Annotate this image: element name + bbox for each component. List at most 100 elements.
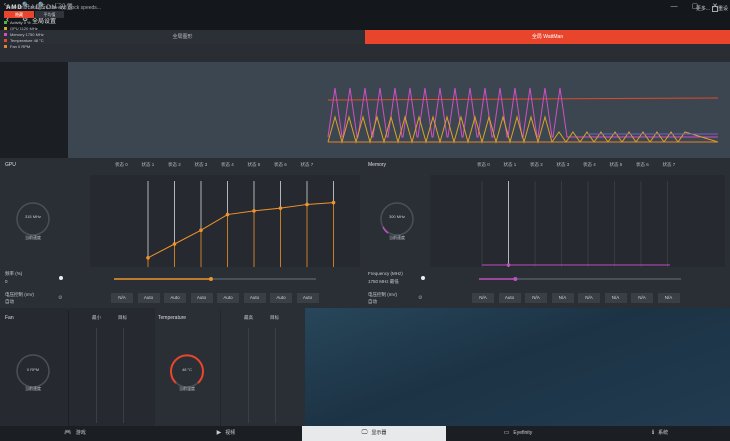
- gpu-curve-line: [147, 202, 334, 259]
- gpu-title: GPU: [5, 162, 16, 168]
- zoom-in-icon[interactable]: 🔍: [22, 2, 29, 9]
- memory-state-6-header: 状态 6: [636, 162, 649, 167]
- collapse-icon[interactable]: ‹: [4, 2, 6, 8]
- memory-voltage-state-1-button[interactable]: Auto: [498, 293, 521, 303]
- memory-state-7-header: 状态 7: [662, 162, 676, 167]
- nav-label: 视频: [225, 430, 236, 436]
- gpu-state-4-point[interactable]: [252, 209, 256, 213]
- title-bar: [0, 0, 730, 30]
- gpu-voltage-state-6-button[interactable]: Auto: [270, 293, 292, 303]
- fit-icon[interactable]: ⬚: [55, 2, 61, 9]
- gpu-freq-label: 频率 (%): [5, 271, 23, 276]
- nav-label: 系统: [658, 430, 669, 436]
- legend-label: Activity 0 %: [10, 20, 31, 25]
- gpu-voltage-state-5-button[interactable]: Auto: [243, 293, 266, 303]
- memory-gauge-value: 300 MHz: [388, 214, 405, 219]
- nav-system[interactable]: ℹ 系统: [590, 426, 730, 441]
- temperature-divider: [220, 310, 221, 426]
- monitor-chart: [68, 62, 730, 158]
- hide-graph-button[interactable]: 隐藏: [4, 11, 34, 18]
- gpu-voltage-label: 电压控制 (mV): [5, 292, 34, 297]
- reset-label[interactable]: 重设: [718, 5, 728, 12]
- memory-state-0-header: 状态 0: [477, 162, 490, 167]
- nav-label: 显示器: [371, 430, 387, 436]
- memory-freq-toggle[interactable]: [421, 276, 425, 280]
- gpu-voltage-state-7-button[interactable]: Auto: [296, 293, 319, 303]
- memory-state-5-header: 状态 5: [609, 162, 623, 167]
- fan-target-track[interactable]: [123, 328, 124, 423]
- gpu-voltage-state-2-button[interactable]: Auto: [164, 293, 186, 303]
- nav-video[interactable]: ▶ 视频: [150, 426, 302, 441]
- fan-min-track[interactable]: [96, 328, 97, 423]
- gpu-state-5-header: 状态 5: [247, 162, 261, 167]
- temperature-title: Temperature: [158, 315, 187, 321]
- eyefinity-icon: ▭: [503, 430, 510, 436]
- gpu-state-2-point[interactable]: [199, 228, 203, 232]
- gpu-state-7-point[interactable]: [331, 200, 336, 205]
- fan-title: Fan: [5, 315, 14, 321]
- gpu-voltage-state-3-button[interactable]: Auto: [190, 293, 213, 303]
- tab-bar: 全局图形 全局 WattMan: [0, 30, 730, 44]
- gpu-voltage-value: 自动: [5, 299, 14, 304]
- gpu-freq-value: 0: [5, 279, 8, 284]
- memory-line: [327, 87, 718, 138]
- fan-min-header: 最小: [92, 315, 101, 320]
- gpu-gauge-value: 315 MHz: [24, 214, 41, 219]
- memory-voltage-state-3-button[interactable]: N/A: [551, 293, 574, 303]
- info-icon: ℹ: [651, 430, 655, 436]
- temperature-gauge-value: 48 °C: [181, 367, 193, 372]
- memory-freq-value: 1750 MHz 最低: [368, 279, 399, 284]
- memory-freq-slider[interactable]: [475, 275, 685, 283]
- zoom-out-icon[interactable]: 🔍: [38, 2, 45, 9]
- gpu-state-5-point[interactable]: [278, 206, 283, 210]
- gpu-state-6-point[interactable]: [305, 202, 309, 207]
- memory-voltage-label: 电压控制 (mV): [368, 292, 397, 297]
- sampling-button[interactable]: 平均值: [35, 11, 64, 18]
- legend-label: GPU 1120 MHz: [10, 26, 38, 31]
- gpu-state-0-point[interactable]: [146, 256, 150, 260]
- monitor-side-panel: [0, 62, 68, 158]
- nav-gaming[interactable]: 🎮 游戏: [0, 426, 150, 441]
- memory-voltage-state-0-button[interactable]: N/A: [472, 293, 494, 303]
- play-icon: ▶: [216, 430, 222, 436]
- memory-state-1-point[interactable]: [506, 263, 511, 267]
- memory-voltage-state-7-button[interactable]: N/A: [657, 293, 680, 303]
- nav-eyefinity[interactable]: ▭ Eyefinity: [446, 426, 590, 441]
- nav-label: Eyefinity: [513, 430, 533, 436]
- fan-divider: [68, 310, 69, 426]
- bottom-navigation: 🎮 游戏 ▶ 视频 🖵 显示器 ▭ Eyefinity ℹ 系统: [0, 426, 730, 441]
- memory-voltage-state-2-button[interactable]: N/A: [525, 293, 547, 303]
- more-link[interactable]: 更多...: [696, 5, 710, 12]
- nav-label: 游戏: [75, 430, 86, 436]
- gpu-freq-slider[interactable]: [110, 275, 320, 283]
- gpu-state-3-point[interactable]: [225, 212, 230, 217]
- legend-fan[interactable]: Fan 0 RPM: [4, 44, 66, 50]
- memory-gauge-caption: 当前速度: [389, 235, 405, 240]
- legend-label: Temperature 48 °C: [10, 38, 44, 43]
- memory-voltage-state-4-button[interactable]: N/A: [578, 293, 600, 303]
- gpu-state-curve[interactable]: [90, 175, 360, 267]
- fan-gauge-caption: 当前速度: [25, 386, 41, 391]
- temperature-max-track[interactable]: [248, 328, 249, 423]
- fan-gauge-value: 0 RPM: [26, 367, 40, 372]
- temperature-target-track[interactable]: [275, 328, 276, 423]
- memory-state-4-header: 状态 4: [583, 162, 596, 167]
- gpu-voltage-state-0-button[interactable]: N/A: [111, 293, 133, 303]
- nav-display[interactable]: 🖵 显示器: [302, 426, 446, 441]
- memory-voltage-state-6-button[interactable]: N/A: [631, 293, 653, 303]
- legend-label: Memory 1750 MHz: [10, 32, 44, 37]
- gpu-voltage-state-1-button[interactable]: Auto: [137, 293, 160, 303]
- memory-voltage-gear-icon[interactable]: ⚙: [418, 295, 422, 301]
- memory-voltage-state-5-button[interactable]: N/A: [604, 293, 627, 303]
- gpu-state-1-header: 状态 1: [141, 162, 155, 167]
- gpu-state-1-point[interactable]: [172, 242, 177, 246]
- temperature-gauge-caption: 当前温度: [179, 386, 195, 391]
- monitor-legend: Activity 0 % GPU 1120 MHz Memory 1750 MH…: [4, 20, 66, 50]
- gpu-voltage-gear-icon[interactable]: ⚙: [58, 295, 62, 301]
- legend-label: Fan 0 RPM: [10, 44, 31, 49]
- gpu-freq-toggle[interactable]: [59, 276, 63, 280]
- tab-global-wattman[interactable]: 全局 WattMan: [365, 30, 730, 44]
- memory-state-curve[interactable]: [430, 175, 725, 267]
- gpu-clock-gauge: [16, 202, 50, 236]
- gpu-voltage-state-4-button[interactable]: Auto: [217, 293, 239, 303]
